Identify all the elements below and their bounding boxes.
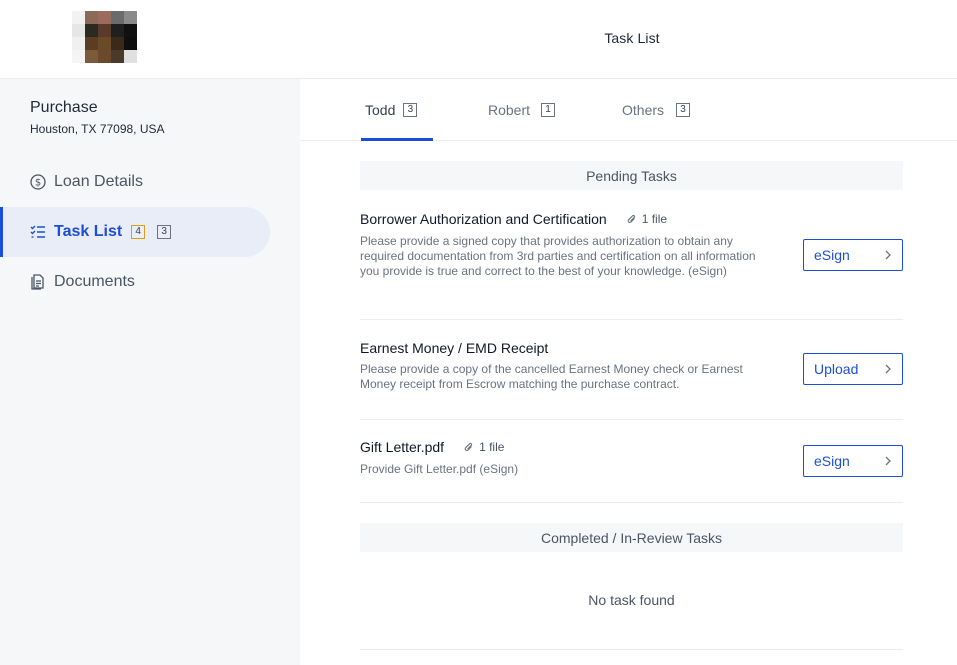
sidebar: Purchase Houston, TX 77098, USA $ Loan D… [0, 79, 300, 665]
task-description: Please provide a signed copy that provid… [360, 234, 756, 278]
task-title: Earnest Money / EMD Receipt [360, 340, 549, 356]
tab-count-badge: 3 [676, 103, 691, 117]
button-label: Upload [814, 361, 859, 377]
avatar-pixel [124, 37, 137, 50]
page-title: Task List [604, 30, 660, 46]
avatar-pixel [98, 11, 111, 24]
attachment-count: 1 file [479, 440, 505, 454]
tab-others[interactable]: Others 3 [622, 79, 691, 141]
sidebar-item-label: Documents [54, 273, 135, 290]
avatar-pixel [111, 24, 124, 37]
avatar-pixel [111, 11, 124, 24]
top-bar: Task List [0, 0, 957, 79]
avatar-pixel [85, 37, 98, 50]
tab-label: Robert [488, 102, 531, 118]
avatar[interactable] [72, 11, 137, 63]
upload-button[interactable]: Upload [803, 353, 903, 385]
pending-tasks-header: Pending Tasks [360, 161, 903, 190]
attachment-link[interactable]: 1 file [627, 212, 667, 226]
avatar-pixel [111, 50, 124, 63]
section-divider [360, 649, 903, 650]
tab-label: Others [622, 102, 665, 118]
button-label: eSign [814, 247, 850, 263]
assignee-tabs: Todd 3 Robert 1 Others 3 [300, 79, 957, 141]
tab-label: Todd [365, 102, 396, 118]
task-divider [360, 502, 903, 503]
avatar-pixel [85, 11, 98, 24]
task-title: Gift Letter.pdf [360, 439, 445, 455]
avatar-pixel [85, 50, 98, 63]
avatar-pixel [72, 50, 85, 63]
documents-icon [30, 274, 46, 290]
pending-count-badge: 4 [131, 225, 146, 239]
avatar-pixel [72, 11, 85, 24]
tab-count-badge: 1 [541, 103, 556, 117]
task-description: Please provide a copy of the cancelled E… [360, 362, 743, 391]
sidebar-item-loan-details[interactable]: $ Loan Details [0, 157, 270, 207]
avatar-pixel [124, 50, 137, 63]
avatar-pixel [72, 24, 85, 37]
chevron-right-icon [885, 250, 891, 260]
task-title: Borrower Authorization and Certification [360, 211, 607, 227]
task-divider [360, 419, 903, 420]
checklist-icon [30, 224, 46, 240]
sidebar-item-label: Loan Details [54, 173, 143, 190]
tab-todd[interactable]: Todd 3 [361, 79, 433, 141]
loan-address: Houston, TX 77098, USA [30, 122, 165, 136]
other-count-badge: 3 [157, 225, 172, 239]
paperclip-icon [627, 214, 635, 223]
attachment-count: 1 file [641, 212, 668, 226]
tab-count-badge: 3 [403, 103, 418, 117]
svg-text:$: $ [35, 178, 41, 189]
dollar-circle-icon: $ [30, 174, 46, 190]
sidebar-item-documents[interactable]: Documents [0, 257, 270, 307]
loan-type: Purchase [30, 99, 98, 116]
avatar-pixel [124, 11, 137, 24]
sidebar-item-task-list[interactable]: Task List 4 3 [0, 207, 270, 257]
attachment-link[interactable]: 1 file [464, 440, 504, 454]
avatar-pixel [98, 37, 111, 50]
completed-tasks-header: Completed / In-Review Tasks [360, 523, 903, 552]
avatar-pixel [124, 24, 137, 37]
esign-button[interactable]: eSign [803, 239, 903, 271]
sidebar-item-label: Task List [54, 223, 123, 240]
empty-state-message: No task found [588, 592, 675, 608]
button-label: eSign [814, 453, 850, 469]
avatar-pixel [98, 24, 111, 37]
chevron-right-icon [885, 456, 891, 466]
avatar-pixel [111, 37, 124, 50]
tab-robert[interactable]: Robert 1 [488, 79, 556, 141]
task-divider [360, 319, 903, 320]
paperclip-icon [464, 442, 473, 451]
avatar-pixel [98, 50, 111, 63]
chevron-right-icon [885, 364, 891, 374]
task-description: Provide Gift Letter.pdf (eSign) [360, 462, 519, 476]
esign-button[interactable]: eSign [803, 445, 903, 477]
avatar-pixel [85, 24, 98, 37]
avatar-pixel [72, 37, 85, 50]
